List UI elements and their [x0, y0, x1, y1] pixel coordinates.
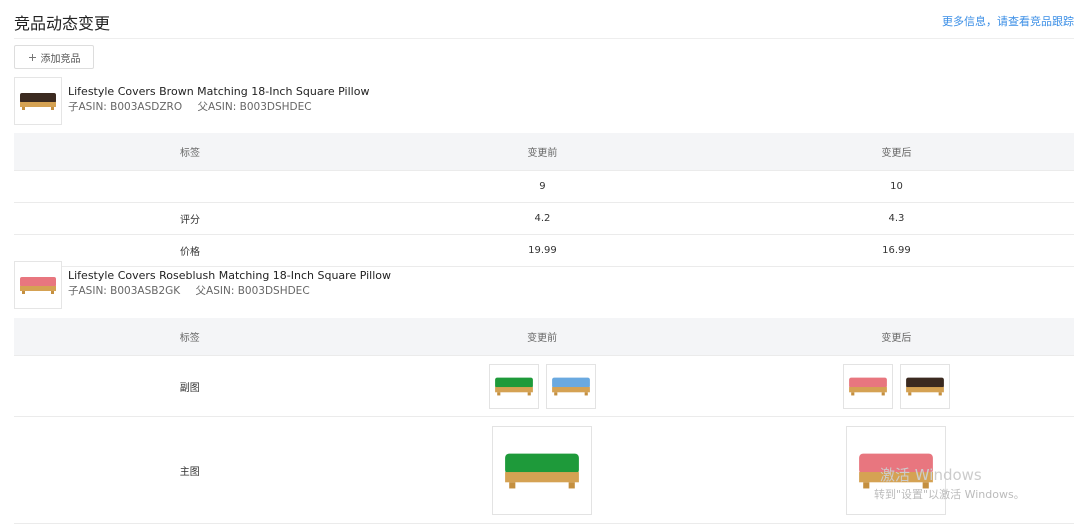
table-header-row: 标签 变更前 变更后 — [14, 133, 1074, 171]
sofa-icon — [494, 377, 533, 396]
sofa-icon — [505, 453, 580, 489]
sofa-icon — [20, 277, 56, 294]
column-header-label: 标签 — [14, 133, 366, 171]
secondary-image[interactable] — [842, 363, 893, 409]
add-competitor-label: 添加竞品 — [40, 53, 81, 65]
after-value: 10 — [718, 170, 1074, 203]
before-images — [365, 355, 719, 417]
after-images — [718, 355, 1074, 417]
table-header-row: 标签 变更前 变更后 — [14, 318, 1074, 356]
table-row: 副图 — [14, 355, 1074, 417]
main-image[interactable] — [492, 425, 593, 515]
row-label: 副图 — [14, 355, 366, 417]
header: 竞品动态变更 更多信息，请查看竞品跟踪 — [14, 10, 1074, 34]
table-row: 评分 4.2 4.3 — [14, 202, 1074, 235]
plus-icon — [28, 53, 36, 61]
product-card: Lifestyle Covers Brown Matching 18-Inch … — [14, 77, 1074, 125]
product-thumbnail[interactable] — [14, 261, 62, 309]
column-header-before: 变更前 — [365, 318, 719, 356]
child-asin: 子ASIN: B003ASB2GK — [68, 285, 181, 297]
divider — [14, 38, 1074, 39]
before-value: 9 — [365, 170, 719, 203]
column-header-label: 标签 — [14, 318, 366, 356]
column-header-after: 变更后 — [718, 133, 1074, 171]
before-image-cell — [365, 416, 719, 524]
parent-asin: 父ASIN: B003DSHDEC — [195, 285, 310, 297]
parent-asin: 父ASIN: B003DSHDEC — [197, 101, 312, 113]
product-name[interactable]: Lifestyle Covers Roseblush Matching 18-I… — [68, 269, 391, 282]
changes-table: 标签 变更前 变更后 9 10 评分 4.2 4.3 价格 19.99 16.9… — [14, 133, 1074, 267]
product-thumbnail[interactable] — [14, 77, 62, 125]
before-value: 4.2 — [365, 202, 719, 235]
sofa-icon — [551, 377, 590, 396]
table-row: 9 10 — [14, 170, 1074, 203]
row-label — [14, 170, 366, 203]
sofa-icon — [20, 93, 56, 110]
activation-watermark-title: 激活 Windows — [880, 466, 982, 484]
after-value: 4.3 — [718, 202, 1074, 235]
column-header-after: 变更后 — [718, 318, 1074, 356]
add-competitor-button[interactable]: 添加竞品 — [14, 45, 94, 69]
row-label: 主图 — [14, 416, 366, 524]
product-asin: 子ASIN: B003ASB2GK 父ASIN: B003DSHDEC — [68, 283, 310, 298]
sofa-icon — [848, 377, 887, 396]
secondary-image[interactable] — [899, 363, 950, 409]
sofa-icon — [906, 377, 944, 396]
activation-watermark-text: 转到"设置"以激活 Windows。 — [874, 488, 1025, 501]
row-label: 评分 — [14, 202, 366, 235]
more-info-link[interactable]: 更多信息，请查看竞品跟踪 — [942, 13, 1074, 29]
product-asin: 子ASIN: B003ASDZRO 父ASIN: B003DSHDEC — [68, 99, 312, 114]
product-name[interactable]: Lifestyle Covers Brown Matching 18-Inch … — [68, 85, 369, 98]
product-card: Lifestyle Covers Roseblush Matching 18-I… — [14, 261, 1074, 309]
secondary-image[interactable] — [488, 363, 539, 409]
secondary-image[interactable] — [545, 363, 596, 409]
child-asin: 子ASIN: B003ASDZRO — [68, 101, 183, 113]
column-header-before: 变更前 — [365, 133, 719, 171]
page-title: 竞品动态变更 — [14, 14, 111, 33]
